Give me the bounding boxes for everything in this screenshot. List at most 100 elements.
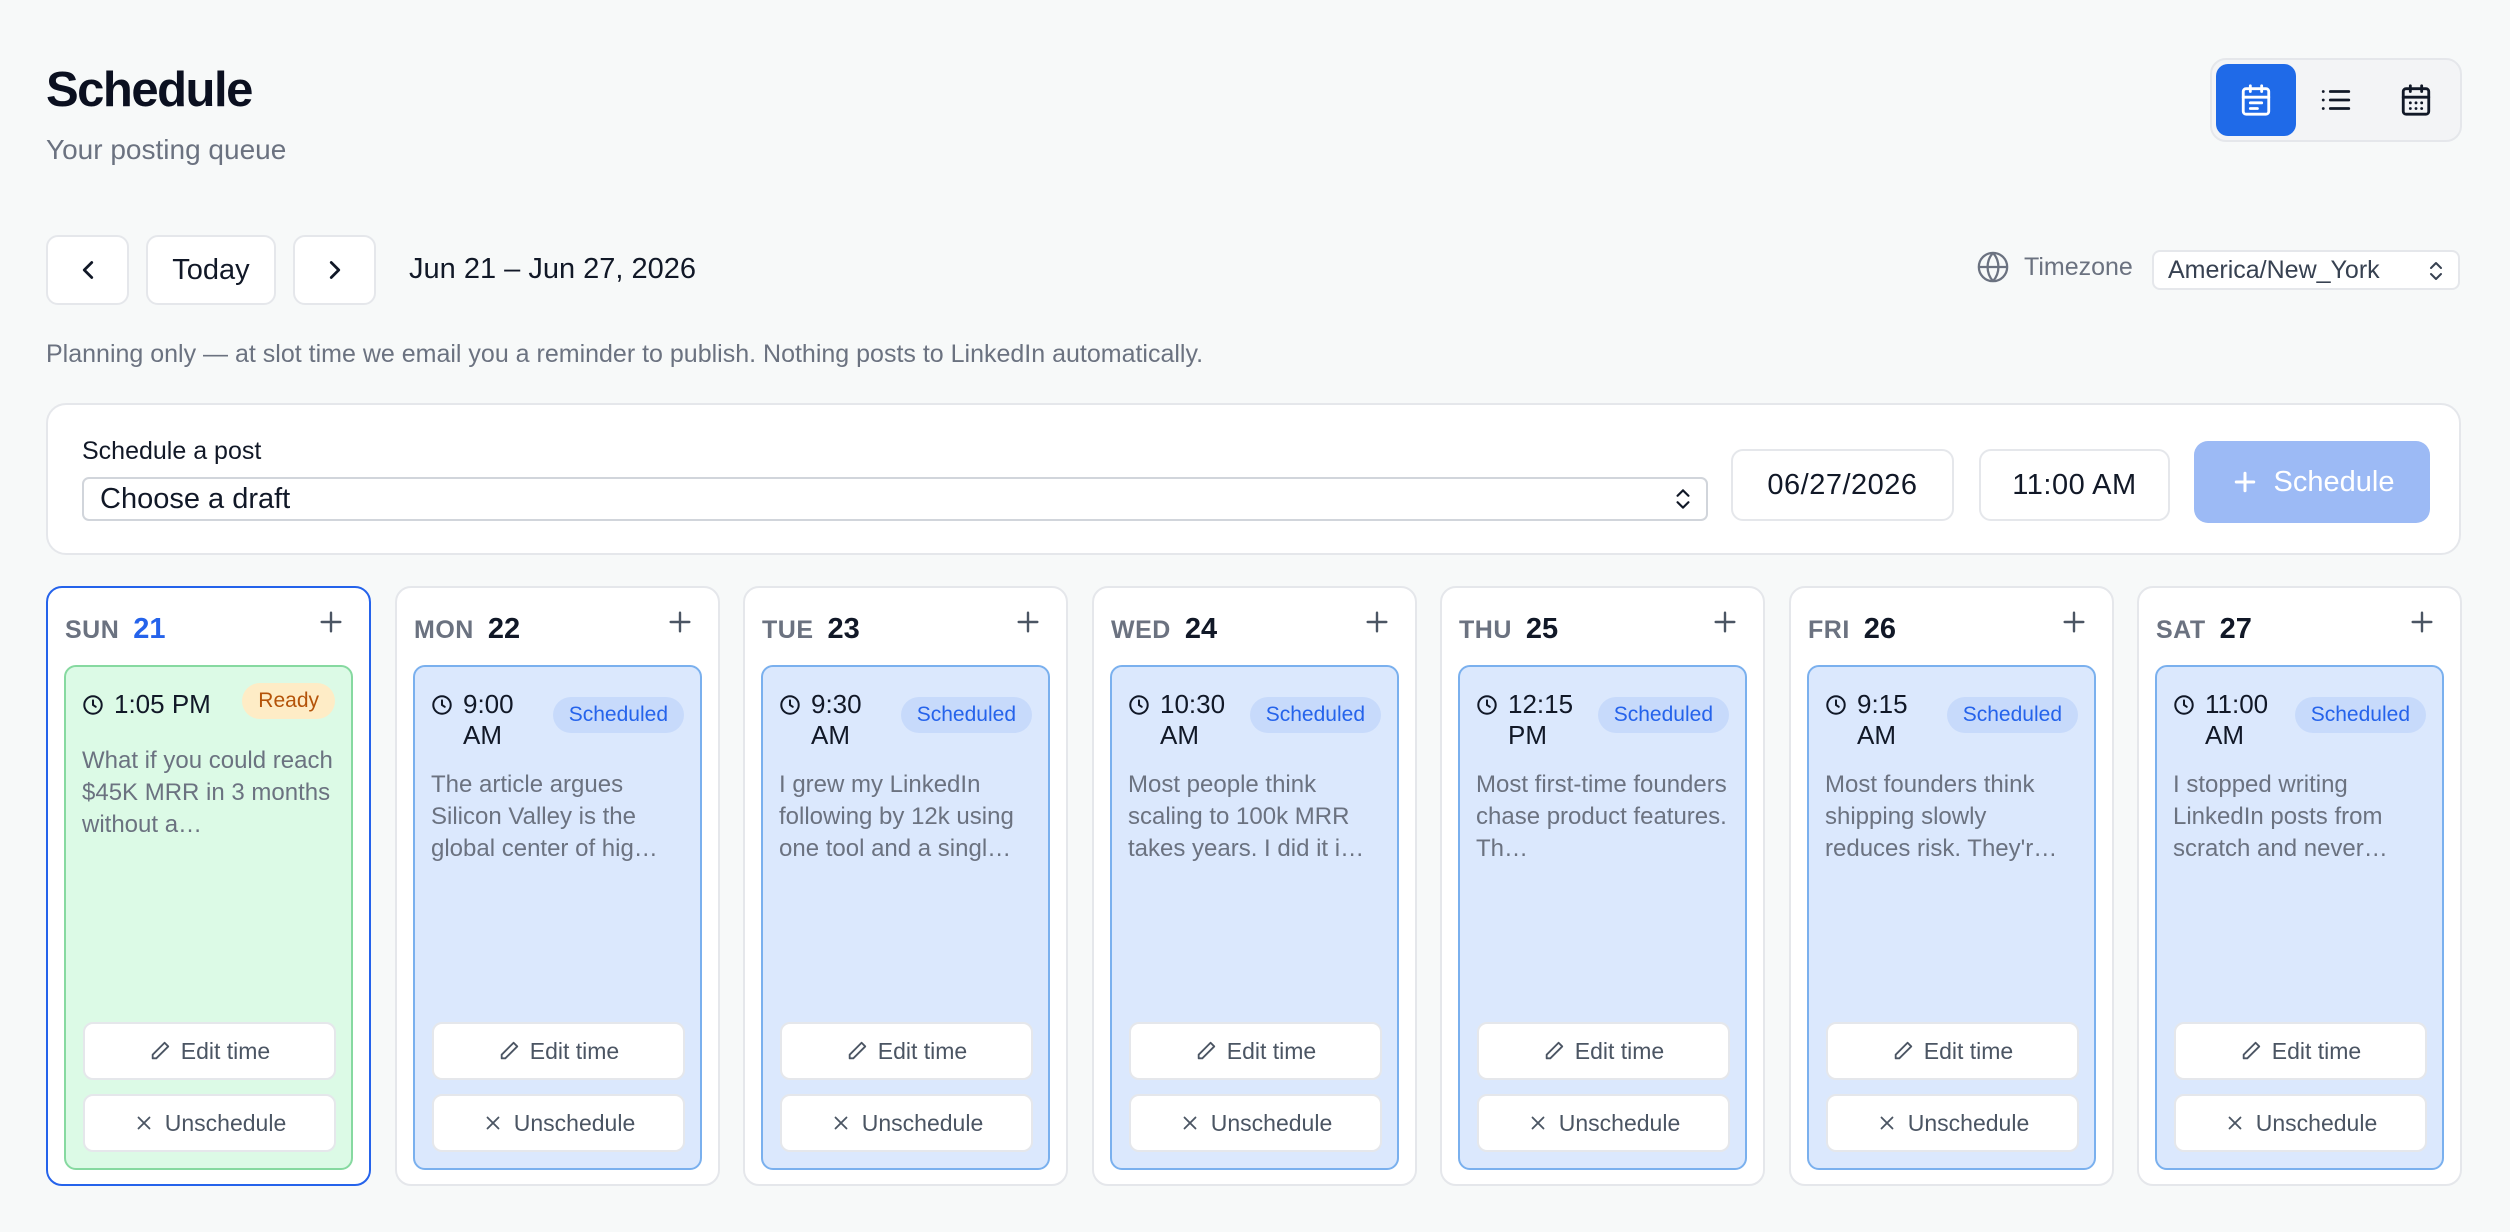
post-preview: Most people think scaling to 100k MRR ta… — [1128, 771, 1365, 862]
unschedule-button[interactable]: Unschedule — [2174, 1094, 2427, 1152]
plus-icon — [1366, 611, 1388, 633]
prev-week-button[interactable] — [46, 235, 129, 305]
next-week-button[interactable] — [293, 235, 376, 305]
day-number: 27 — [2219, 613, 2252, 645]
edit-time-button[interactable]: Edit time — [83, 1022, 336, 1080]
day-header: TUE 23 — [762, 613, 860, 646]
day-header: THU 25 — [1459, 613, 1558, 646]
status-badge: Scheduled — [552, 697, 684, 733]
list-icon — [2321, 90, 2351, 110]
unschedule-label: Unschedule — [1907, 1109, 2030, 1136]
plus-icon — [1017, 611, 1039, 633]
post-preview: Most first-time founders chase product f… — [1476, 771, 1727, 862]
schedule-button[interactable]: Schedule — [2194, 441, 2430, 523]
plus-icon — [669, 611, 691, 633]
post-time-label: 9:30 AM — [811, 689, 862, 750]
post-card[interactable]: 11:00 AM Scheduled I stopped writing Linke… — [2155, 665, 2444, 1170]
day-header: WED 24 — [1111, 613, 1217, 646]
add-post-button[interactable] — [664, 606, 696, 638]
day-number: 25 — [1525, 613, 1559, 645]
timezone-value: America/New_York — [2168, 255, 2380, 284]
close-icon — [1880, 1116, 1894, 1130]
draft-select[interactable]: Choose a draft — [82, 477, 1708, 521]
globe-icon — [1977, 251, 2009, 283]
post-card[interactable]: 12:15 PM Scheduled Most first-time founder… — [1458, 665, 1747, 1170]
status-badge: Scheduled — [2294, 697, 2426, 733]
post-card[interactable]: 9:30 AM Scheduled I grew my LinkedIn follo… — [761, 665, 1050, 1170]
edit-time-button[interactable]: Edit time — [1826, 1022, 2079, 1080]
edit-time-button[interactable]: Edit time — [432, 1022, 685, 1080]
close-icon — [486, 1116, 500, 1130]
post-time: 9:30 AM — [779, 689, 889, 751]
unschedule-button[interactable]: Unschedule — [432, 1094, 685, 1152]
edit-time-button[interactable]: Edit time — [780, 1022, 1033, 1080]
week-view-button[interactable] — [2216, 64, 2296, 136]
unschedule-button[interactable]: Unschedule — [83, 1094, 336, 1152]
status-badge: Scheduled — [1597, 697, 1729, 733]
clock-icon — [780, 695, 800, 715]
close-icon — [834, 1116, 848, 1130]
add-post-button[interactable] — [315, 606, 347, 638]
add-post-button[interactable] — [1012, 606, 1044, 638]
post-card[interactable]: 9:00 AM Scheduled The article argues Silic… — [413, 665, 702, 1170]
post-time: 9:00 AM — [431, 689, 541, 751]
post-card[interactable]: 10:30 AM Scheduled Most people think scali… — [1110, 665, 1399, 1170]
unschedule-button[interactable]: Unschedule — [1129, 1094, 1382, 1152]
plus-icon — [2411, 611, 2433, 633]
add-post-button[interactable] — [1361, 606, 1393, 638]
calendar-week-icon — [2241, 84, 2271, 116]
date-input[interactable]: 06/27/2026 — [1731, 449, 1954, 521]
add-post-button[interactable] — [2406, 606, 2438, 638]
day-name: SAT — [2156, 616, 2206, 644]
calendar-month-icon — [2401, 84, 2431, 116]
page-title: Schedule — [46, 63, 253, 117]
month-view-button[interactable] — [2376, 64, 2456, 136]
add-post-button[interactable] — [2058, 606, 2090, 638]
clock-icon — [2174, 695, 2194, 715]
post-time-label: 9:15 AM — [1857, 689, 1908, 750]
post-card[interactable]: 9:15 AM Scheduled Most founders think ship… — [1807, 665, 2096, 1170]
time-input[interactable]: 11:00 AM — [1979, 449, 2170, 521]
chevron-left-icon — [82, 261, 93, 279]
post-time-label: 11:00 AM — [2205, 689, 2269, 750]
unschedule-button[interactable]: Unschedule — [1477, 1094, 1730, 1152]
status-badge: Scheduled — [1249, 697, 1381, 733]
list-view-button[interactable] — [2296, 64, 2376, 136]
status-badge: Scheduled — [900, 697, 1032, 733]
edit-time-button[interactable]: Edit time — [2174, 1022, 2427, 1080]
day-number: 26 — [1863, 613, 1897, 645]
day-number: 23 — [827, 613, 860, 645]
unschedule-button[interactable]: Unschedule — [1826, 1094, 2079, 1152]
add-post-button[interactable] — [1709, 606, 1741, 638]
day-number: 22 — [487, 613, 521, 645]
day-name: THU — [1459, 616, 1512, 644]
day-column-tue: TUE 23 9:30 AM Scheduled I grew my LinkedIn … — [743, 586, 1068, 1186]
today-button[interactable]: Today — [146, 235, 276, 305]
post-time-label: 9:00 AM — [463, 689, 514, 750]
close-icon — [2228, 1116, 2242, 1130]
unschedule-label: Unschedule — [861, 1109, 984, 1136]
unschedule-label: Unschedule — [2255, 1109, 2378, 1136]
post-card[interactable]: 1:05 PM Ready What if you could reach $45K… — [64, 665, 353, 1170]
clock-icon — [83, 695, 103, 715]
pencil-icon — [848, 1041, 866, 1060]
edit-time-button[interactable]: Edit time — [1477, 1022, 1730, 1080]
schedule-post-label: Schedule a post — [82, 437, 262, 465]
edit-time-button[interactable]: Edit time — [1129, 1022, 1382, 1080]
timezone-select[interactable]: America/New_York — [2152, 250, 2460, 290]
day-name: FRI — [1808, 616, 1850, 644]
timezone-label: Timezone — [2024, 252, 2133, 281]
plus-icon — [2063, 611, 2085, 633]
unschedule-label: Unschedule — [1558, 1109, 1681, 1136]
edit-time-label: Edit time — [877, 1037, 968, 1064]
plus-icon — [320, 611, 342, 633]
day-name: WED — [1111, 616, 1171, 644]
post-time: 1:05 PM — [82, 689, 232, 720]
plus-icon — [2234, 471, 2255, 493]
post-time: 10:30 AM — [1128, 689, 1238, 751]
close-icon — [137, 1116, 151, 1130]
edit-time-label: Edit time — [180, 1037, 271, 1064]
edit-time-label: Edit time — [1923, 1037, 2014, 1064]
unschedule-button[interactable]: Unschedule — [780, 1094, 1033, 1152]
pencil-icon — [2242, 1041, 2260, 1060]
